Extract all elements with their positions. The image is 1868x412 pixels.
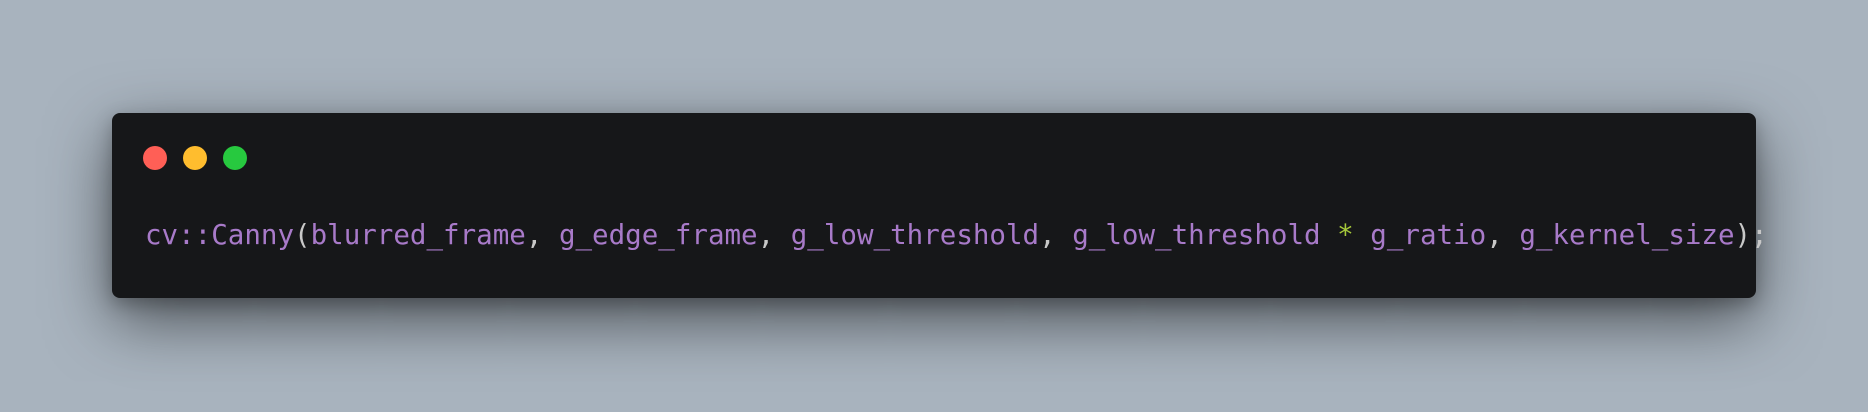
code-token-semicolon: ; — [1751, 219, 1768, 251]
close-button[interactable] — [143, 146, 167, 170]
code-token-arg-blurred-frame: blurred_frame — [310, 219, 526, 251]
code-window: cv::Canny(blurred_frame, g_edge_frame, g… — [112, 113, 1768, 298]
code-token-arg-kernel-size: g_kernel_size — [1519, 219, 1735, 251]
screenshot-canvas: { "theme": { "page_background": "#a8b3be… — [0, 0, 1868, 412]
code-token-close-paren: ) — [1734, 219, 1752, 251]
code-token-operator: * — [1337, 219, 1354, 251]
code-token-comma: , — [525, 219, 559, 251]
code-token-comma: , — [1486, 219, 1520, 251]
code-line: cv::Canny(blurred_frame, g_edge_frame, g… — [145, 215, 1768, 255]
code-token-function: cv::Canny — [145, 219, 295, 251]
code-token-comma: , — [1039, 219, 1073, 251]
window-controls — [143, 146, 247, 170]
zoom-button[interactable] — [223, 146, 247, 170]
code-token-arg-ratio: g_ratio — [1370, 219, 1487, 251]
code-token-arg-edge-frame: g_edge_frame — [558, 219, 758, 251]
code-token-arg-low-threshold: g_low_threshold — [1072, 219, 1321, 251]
code-token-open-paren: ( — [294, 219, 311, 251]
code-token-arg-low-threshold: g_low_threshold — [790, 219, 1040, 251]
code-token-comma: , — [757, 219, 791, 251]
minimize-button[interactable] — [183, 146, 207, 170]
